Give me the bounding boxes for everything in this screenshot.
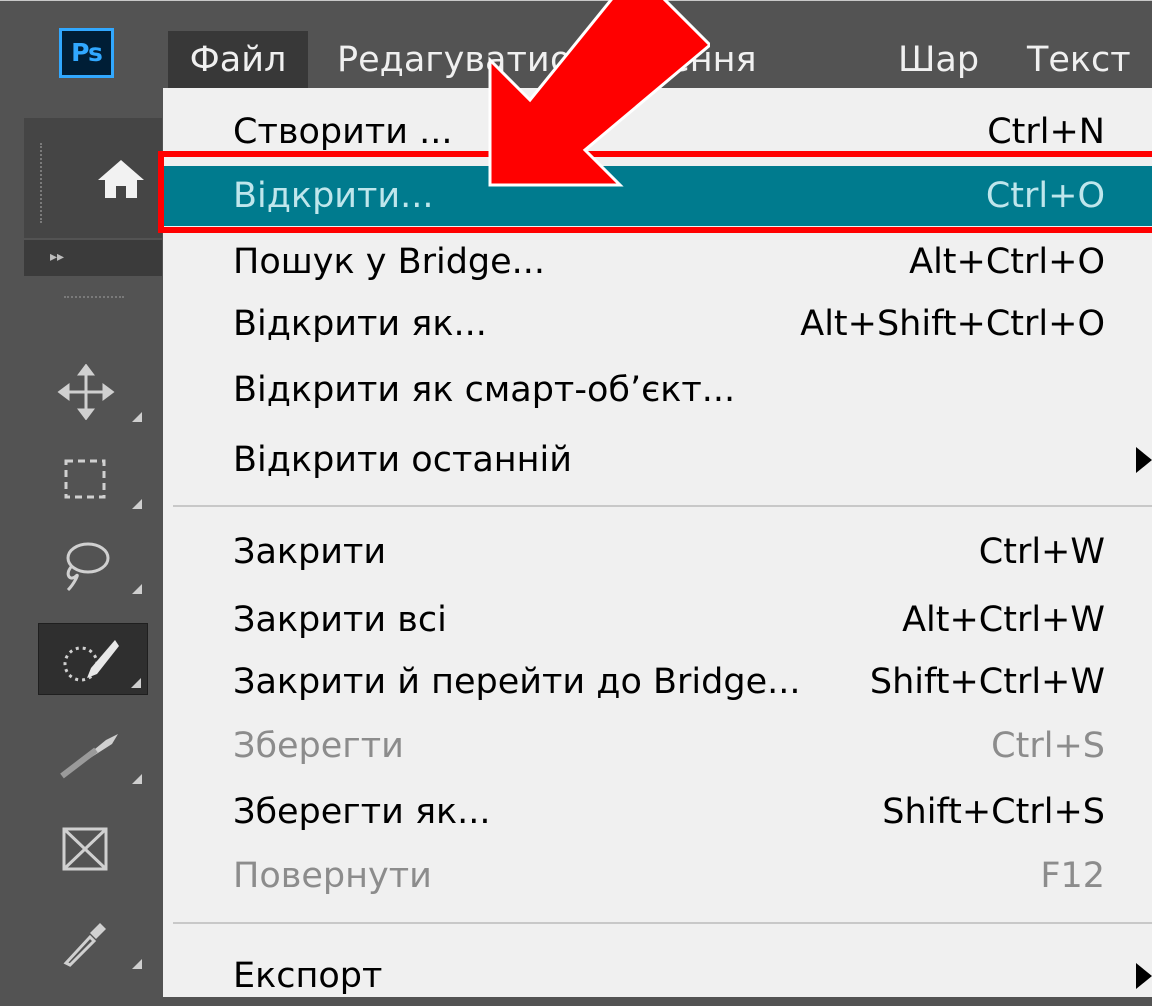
- submenu-corner: [132, 412, 142, 422]
- menu-item-label: Експорт: [233, 956, 383, 996]
- menu-item-shortcut: Ctrl+W: [978, 532, 1105, 572]
- submenu-corner: [132, 774, 142, 784]
- menu-item-shortcut: Shift+Ctrl+W: [869, 662, 1105, 702]
- quick-selection-tool[interactable]: [38, 623, 148, 695]
- crop-icon: [60, 734, 118, 779]
- menu-item-save-as[interactable]: Зберегти як... Shift+Ctrl+S: [163, 782, 1152, 842]
- menu-item-label: Закрити всі: [233, 600, 447, 640]
- move-icon: [57, 364, 115, 420]
- menu-divider: [173, 922, 1152, 924]
- menu-item-close-go-bridge[interactable]: Закрити й перейти до Bridge... Shift+Ctr…: [163, 652, 1152, 712]
- panel-grip[interactable]: [40, 143, 48, 223]
- menu-item-label: Зберегти як...: [233, 792, 491, 832]
- eyedropper-icon: [63, 923, 106, 967]
- menu-item-revert: Повернути F12: [163, 846, 1152, 906]
- submenu-corner: [132, 584, 142, 594]
- frame-icon: [62, 827, 108, 871]
- menu-item-shortcut: Ctrl+S: [991, 726, 1105, 766]
- toolbar-grip[interactable]: [64, 296, 124, 302]
- menu-divider: [173, 505, 1152, 507]
- menu-item-label: Відкрити як смарт-об’єкт...: [233, 370, 736, 410]
- menu-item-label: Закрити: [233, 532, 387, 572]
- home-panel: [24, 118, 162, 238]
- frame-tool[interactable]: [38, 813, 148, 885]
- marquee-tool[interactable]: [38, 443, 148, 515]
- menu-item-shortcut: Shift+Ctrl+S: [882, 792, 1105, 832]
- menu-item-close-all[interactable]: Закрити всі Alt+Ctrl+W: [163, 590, 1152, 650]
- menu-item-shortcut: Alt+Ctrl+W: [902, 600, 1105, 640]
- collapse-toggle[interactable]: ▸▸: [24, 240, 162, 276]
- submenu-corner: [131, 678, 141, 688]
- menu-item-browse-bridge[interactable]: Пошук у Bridge... Alt+Ctrl+O: [163, 232, 1152, 292]
- tools-panel: ▸▸: [24, 118, 162, 997]
- submenu-arrow-icon: [1136, 447, 1152, 473]
- photoshop-logo: Ps: [59, 28, 114, 78]
- menu-item-save: Зберегти Ctrl+S: [163, 716, 1152, 776]
- menu-item-export[interactable]: Експорт: [163, 946, 1152, 1006]
- menu-item-label: Відкрити як...: [233, 304, 487, 344]
- home-icon[interactable]: [96, 158, 146, 206]
- menu-item-open-as[interactable]: Відкрити як... Alt+Shift+Ctrl+O: [163, 294, 1152, 354]
- lasso-tool[interactable]: [38, 528, 148, 600]
- menu-item-shortcut: Alt+Ctrl+O: [909, 242, 1105, 282]
- move-tool[interactable]: [38, 356, 148, 428]
- menu-item-label: Зберегти: [233, 726, 404, 766]
- submenu-arrow-icon: [1136, 963, 1152, 989]
- eyedropper-tool[interactable]: [38, 903, 148, 975]
- menu-item-shortcut: F12: [1040, 856, 1105, 896]
- menu-text[interactable]: Текст: [1027, 31, 1131, 89]
- menu-item-label: Повернути: [233, 856, 432, 896]
- menu-item-open-smart-object[interactable]: Відкрити як смарт-об’єкт...: [163, 360, 1152, 420]
- submenu-corner: [132, 959, 142, 969]
- menu-item-shortcut: Alt+Shift+Ctrl+O: [800, 304, 1105, 344]
- menu-item-label: Закрити й перейти до Bridge...: [233, 662, 801, 702]
- marquee-icon: [64, 459, 106, 499]
- menu-layer[interactable]: Шар: [898, 31, 979, 89]
- annotation-arrow-icon: [488, 0, 710, 187]
- menu-file[interactable]: Файл: [168, 31, 308, 89]
- menu-item-close[interactable]: Закрити Ctrl+W: [163, 522, 1152, 582]
- menu-item-label: Пошук у Bridge...: [233, 242, 546, 282]
- lasso-icon: [66, 542, 110, 592]
- submenu-corner: [132, 499, 142, 509]
- crop-tool[interactable]: [38, 718, 148, 790]
- menu-item-open-recent[interactable]: Відкрити останній: [163, 430, 1152, 490]
- menu-item-label: Відкрити останній: [233, 440, 573, 480]
- quick-selection-icon: [63, 640, 119, 682]
